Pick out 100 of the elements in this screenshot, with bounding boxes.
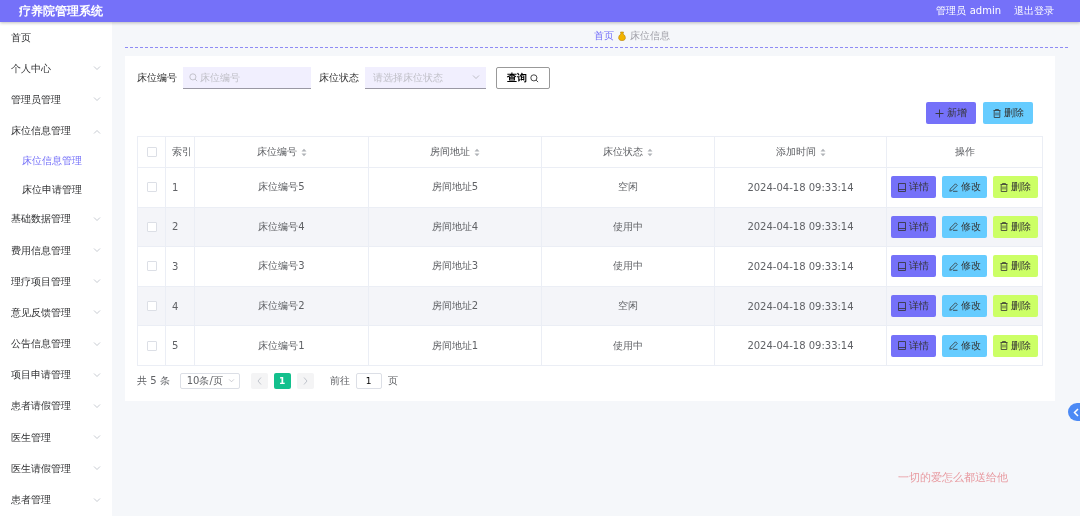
chevron-down-icon [93,248,101,254]
column-header: 索引 [172,145,192,159]
search-icon [189,73,198,82]
pen-icon [948,182,958,192]
trash-icon [1000,222,1008,232]
sidebar-subitem[interactable]: 床位申请管理 [0,175,112,204]
goto-label: 前往 [329,373,350,388]
chevron-down-icon [93,341,101,347]
sidebar-menu[interactable]: 理疗项目管理 [0,266,112,298]
chevron-down-icon [227,378,235,383]
sidebar-menu[interactable]: 患者请假管理 [0,390,112,423]
sort-icon[interactable] [474,147,480,157]
filter-label: 床位状态 [319,71,359,85]
edit-button[interactable]: 修改 [942,295,987,318]
table-cell: 空闲 [618,299,638,314]
filter-label: 床位编号 [137,71,177,85]
column-header[interactable]: 添加时间 [775,145,826,159]
table-cell: 床位编号1 [258,338,305,353]
trash-icon [1000,182,1008,192]
select-all-checkbox[interactable] [146,147,157,157]
column-header[interactable]: 床位编号 [256,145,307,159]
row-checkbox[interactable] [146,301,157,312]
chevron-down-icon [93,216,101,222]
goto-page-field[interactable]: 1 [355,372,382,389]
page-size-select[interactable]: 10条/页 [179,372,240,389]
table-cell: 床位编号4 [258,219,305,234]
document-icon [898,222,906,232]
edit-button[interactable]: 修改 [942,215,987,238]
column-header[interactable]: 房间地址 [430,145,480,159]
chevron-down-icon [93,466,101,472]
chevron-down-icon [93,66,101,72]
chevron-down-icon [93,97,101,103]
sidebar-menu[interactable]: 医生管理 [0,422,112,454]
plus-icon [935,108,944,118]
chevron-down-icon [93,279,101,285]
edit-button[interactable]: 修改 [942,255,987,278]
pen-icon [948,341,958,351]
table-cell: 1 [172,181,179,193]
row-checkbox[interactable] [146,261,157,272]
delete-button[interactable]: 删除 [993,215,1038,238]
pen-icon [948,222,958,232]
sort-icon[interactable] [819,147,826,157]
sidebar-menu[interactable]: 管理员管理 [0,84,112,116]
trash-icon [1000,341,1008,351]
sidebar-subitem[interactable]: 床位信息管理 [0,146,112,176]
table-cell: 2024-04-18 09:33:14 [747,261,854,272]
table-cell: 房间地址4 [431,219,479,234]
table-cell: 房间地址1 [431,338,479,353]
delete-button[interactable]: 删除 [983,102,1033,124]
chevron-up-icon [93,128,101,134]
table-cell: 2 [172,221,179,233]
sidebar-menu[interactable]: 医生请假管理 [0,453,112,485]
document-icon [898,262,906,271]
chevron-down-icon [93,372,101,378]
sidebar-menu[interactable]: 基础数据管理 [0,203,112,235]
chevron-down-icon [93,497,101,503]
delete-button[interactable]: 删除 [993,255,1038,278]
row-checkbox[interactable] [146,221,157,232]
breadcrumb-item[interactable]: 首页 [593,29,614,43]
column-header[interactable]: 床位状态 [603,145,653,159]
logout-link[interactable]: 退出登录 [1014,4,1054,18]
sidebar-menu[interactable]: 床位信息管理 [0,115,112,147]
chevron-down-icon [93,310,101,316]
chevron-right-icon [302,376,308,385]
slogan-text: 一切的爱怎么都送给他 [898,470,1008,485]
delete-button[interactable]: 删除 [993,295,1038,318]
search-button[interactable]: 查询 [496,67,550,89]
sidebar-menu[interactable]: 患者管理 [0,484,112,516]
row-checkbox[interactable] [146,182,157,193]
document-icon [898,341,906,351]
edit-button[interactable]: 修改 [942,334,987,357]
search-icon [530,73,539,83]
sidebar-item[interactable]: 首页 [0,22,112,54]
table-cell: 床位编号2 [258,299,305,314]
app-title: 疗养院管理系统 [19,2,103,20]
chevron-down-icon [93,403,101,409]
table-cell: 4 [172,300,179,312]
next-page-button[interactable] [296,372,314,389]
pen-icon [948,301,958,311]
pouch-icon [617,31,626,41]
document-icon [898,182,906,192]
sidebar-menu[interactable]: 项目申请管理 [0,359,112,391]
sort-icon[interactable] [647,147,653,157]
table-cell: 床位编号5 [258,180,305,195]
trash-icon [992,108,1001,118]
delete-button[interactable]: 删除 [993,176,1038,199]
chevron-down-icon [93,435,101,441]
sidebar-menu[interactable]: 个人中心 [0,53,112,85]
chevron-left-icon [1073,407,1079,417]
row-checkbox[interactable] [146,340,157,351]
sidebar-menu[interactable]: 意见反馈管理 [0,297,112,329]
sort-icon[interactable] [300,147,307,157]
edit-button[interactable]: 修改 [942,176,987,199]
sidebar-menu[interactable]: 费用信息管理 [0,234,112,267]
delete-button[interactable]: 删除 [993,334,1038,357]
table-cell: 空闲 [618,180,638,195]
sidebar-menu[interactable]: 公告信息管理 [0,328,112,360]
previous-page-button[interactable] [250,372,268,389]
table-cell: 使用中 [613,338,643,353]
pen-icon [948,262,958,271]
